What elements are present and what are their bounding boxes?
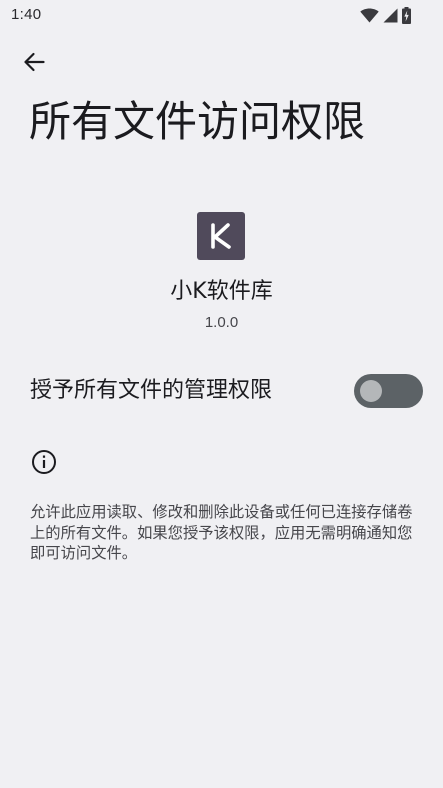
app-name: 小K软件库: [170, 279, 273, 304]
cell-signal-icon: [383, 8, 398, 23]
permission-toggle[interactable]: [354, 374, 423, 408]
arrow-back-icon: [23, 52, 45, 76]
wifi-icon: [360, 7, 379, 23]
permission-description: 允许此应用读取、修改和删除此设备或任何已连接存储卷上的所有文件。如果您授予该权限…: [30, 503, 413, 562]
status-bar: 1:40: [0, 0, 443, 30]
permission-row[interactable]: 授予所有文件的管理权限: [0, 366, 443, 416]
app-version: 1.0.0: [204, 314, 239, 331]
permission-label: 授予所有文件的管理权限: [30, 378, 273, 403]
status-icons: [360, 6, 411, 24]
page-title: 所有文件访问权限: [29, 97, 366, 146]
app-icon: [197, 212, 245, 260]
back-button[interactable]: [18, 48, 50, 80]
battery-charging-icon: [402, 6, 411, 24]
info-icon: [31, 449, 57, 475]
status-time: 1:40: [11, 6, 42, 23]
toggle-thumb: [360, 380, 382, 402]
